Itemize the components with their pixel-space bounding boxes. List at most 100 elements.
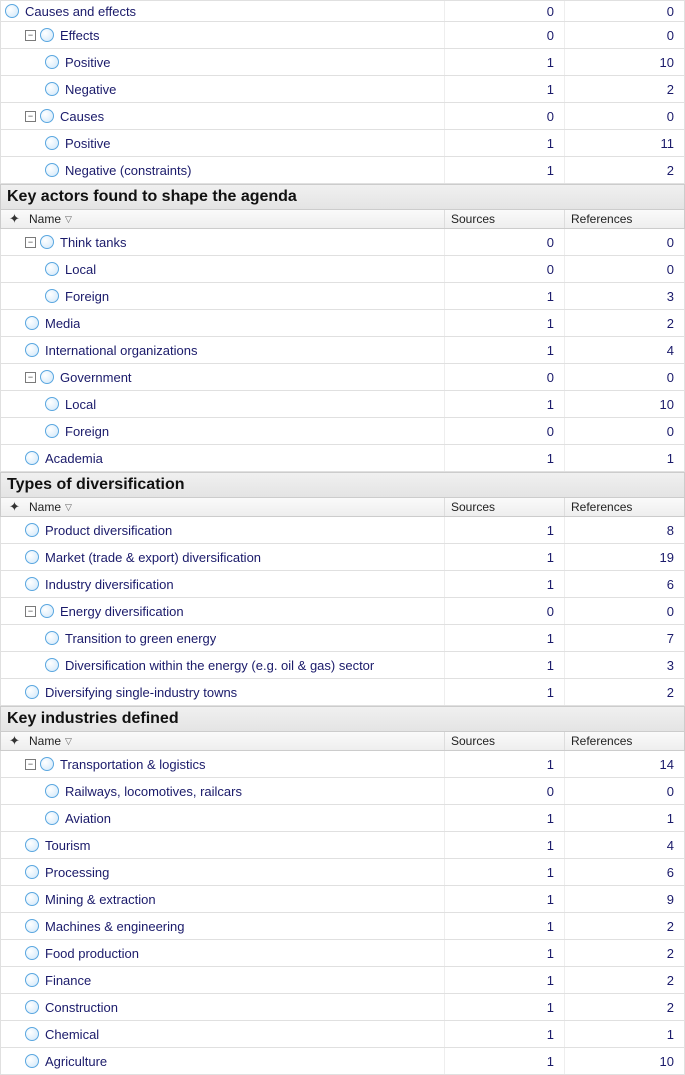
tree-row[interactable]: Local110 xyxy=(0,391,685,418)
tree-row[interactable]: Aviation11 xyxy=(0,805,685,832)
tree-row[interactable]: Chemical11 xyxy=(0,1021,685,1048)
column-header-name[interactable]: ✦Name▽ xyxy=(1,732,444,750)
tree-line xyxy=(5,519,25,541)
tree-row[interactable]: Negative (constraints)12 xyxy=(0,157,685,184)
column-header-references[interactable]: References xyxy=(564,732,684,750)
tree-row[interactable]: Diversification within the energy (e.g. … xyxy=(0,652,685,679)
tree-row[interactable]: −Think tanks00 xyxy=(0,229,685,256)
tree-row[interactable]: Local00 xyxy=(0,256,685,283)
tree-line xyxy=(5,339,25,361)
tree-row[interactable]: Media12 xyxy=(0,310,685,337)
cell-sources: 0 xyxy=(444,364,564,390)
cell-references: 10 xyxy=(564,1048,684,1074)
tree-row[interactable]: −Effects00 xyxy=(0,22,685,49)
node-icon xyxy=(25,343,39,357)
column-header-name-label: Name xyxy=(29,212,61,226)
column-header-name[interactable]: ✦Name▽ xyxy=(1,498,444,516)
tree-line xyxy=(5,681,25,703)
tree-row-label: Effects xyxy=(60,28,100,43)
tree-row[interactable]: −Energy diversification00 xyxy=(0,598,685,625)
collapse-icon[interactable]: − xyxy=(25,30,36,41)
tree-row[interactable]: Foreign00 xyxy=(0,418,685,445)
node-icon xyxy=(45,55,59,69)
tree-line xyxy=(5,1023,25,1045)
tree-row-name: Chemical xyxy=(1,1021,444,1047)
tree-row[interactable]: Mining & extraction19 xyxy=(0,886,685,913)
tree-row-name: −Think tanks xyxy=(1,229,444,255)
tree-row[interactable]: −Government00 xyxy=(0,364,685,391)
tree-row[interactable]: Transition to green energy17 xyxy=(0,625,685,652)
node-icon xyxy=(25,892,39,906)
tree-line xyxy=(5,78,25,100)
tree-row[interactable]: Diversifying single-industry towns12 xyxy=(0,679,685,706)
star-icon: ✦ xyxy=(9,499,20,515)
column-header-sources[interactable]: Sources xyxy=(444,210,564,228)
tree-row[interactable]: Negative12 xyxy=(0,76,685,103)
tree-row-label: Agriculture xyxy=(45,1054,107,1069)
tree-row-label: Mining & extraction xyxy=(45,892,156,907)
column-header[interactable]: ✦Name▽SourcesReferences xyxy=(0,210,685,229)
tree-row-name: Food production xyxy=(1,940,444,966)
tree-row[interactable]: Academia11 xyxy=(0,445,685,472)
column-header-sources[interactable]: Sources xyxy=(444,498,564,516)
collapse-icon[interactable]: − xyxy=(25,759,36,770)
column-header[interactable]: ✦Name▽SourcesReferences xyxy=(0,498,685,517)
cell-sources: 1 xyxy=(444,283,564,309)
column-header-references[interactable]: References xyxy=(564,498,684,516)
tree-row[interactable]: Product diversification18 xyxy=(0,517,685,544)
tree-indent xyxy=(5,519,25,541)
tree-row[interactable]: Finance12 xyxy=(0,967,685,994)
tree-row-name: −Causes xyxy=(1,103,444,129)
column-header-sources[interactable]: Sources xyxy=(444,732,564,750)
tree-indent xyxy=(5,600,25,622)
tree-indent xyxy=(5,105,25,127)
column-header-name[interactable]: ✦Name▽ xyxy=(1,210,444,228)
tree-row[interactable]: Industry diversification16 xyxy=(0,571,685,598)
cell-sources: 1 xyxy=(444,1048,564,1074)
tree-line xyxy=(5,834,25,856)
cell-references: 0 xyxy=(564,778,684,804)
tree-row[interactable]: Food production12 xyxy=(0,940,685,967)
cell-references: 10 xyxy=(564,391,684,417)
tree-row-name: Mining & extraction xyxy=(1,886,444,912)
tree-row[interactable]: Market (trade & export) diversification1… xyxy=(0,544,685,571)
column-header-name-label: Name xyxy=(29,500,61,514)
collapse-icon[interactable]: − xyxy=(25,111,36,122)
tree-indent xyxy=(5,915,25,937)
tree-line xyxy=(5,888,25,910)
tree-row[interactable]: Positive111 xyxy=(0,130,685,157)
column-header-name-label: Name xyxy=(29,734,61,748)
tree-row[interactable]: Agriculture 110 xyxy=(0,1048,685,1075)
tree-row[interactable]: Construction12 xyxy=(0,994,685,1021)
tree-row[interactable]: −Transportation & logistics114 xyxy=(0,751,685,778)
collapse-icon[interactable]: − xyxy=(25,606,36,617)
tree-row[interactable]: Railways, locomotives, railcars00 xyxy=(0,778,685,805)
cell-references: 2 xyxy=(564,967,684,993)
tree-indent xyxy=(5,231,25,253)
tree-indent xyxy=(5,573,25,595)
tree-row[interactable]: Tourism14 xyxy=(0,832,685,859)
column-header[interactable]: ✦Name▽SourcesReferences xyxy=(0,732,685,751)
tree-line xyxy=(25,393,45,415)
tree-indent xyxy=(5,888,25,910)
tree-row[interactable]: Causes and effects00 xyxy=(0,0,685,22)
tree-row[interactable]: Foreign13 xyxy=(0,283,685,310)
node-icon xyxy=(45,163,59,177)
cell-references: 2 xyxy=(564,310,684,336)
tree-row-label: Local xyxy=(65,397,96,412)
tree-row[interactable]: −Causes00 xyxy=(0,103,685,130)
tree-row[interactable]: Processing16 xyxy=(0,859,685,886)
node-icon xyxy=(45,811,59,825)
tree-line xyxy=(5,132,25,154)
collapse-icon[interactable]: − xyxy=(25,372,36,383)
tree-row-name: Product diversification xyxy=(1,517,444,543)
tree-row-name: Negative (constraints) xyxy=(1,157,444,183)
collapse-icon[interactable]: − xyxy=(25,237,36,248)
tree-row[interactable]: Machines & engineering12 xyxy=(0,913,685,940)
tree-row-label: Media xyxy=(45,316,80,331)
tree-row-name: Railways, locomotives, railcars xyxy=(1,778,444,804)
tree-row[interactable]: Positive110 xyxy=(0,49,685,76)
tree-row[interactable]: International organizations14 xyxy=(0,337,685,364)
column-header-references[interactable]: References xyxy=(564,210,684,228)
tree-indent xyxy=(5,24,25,46)
